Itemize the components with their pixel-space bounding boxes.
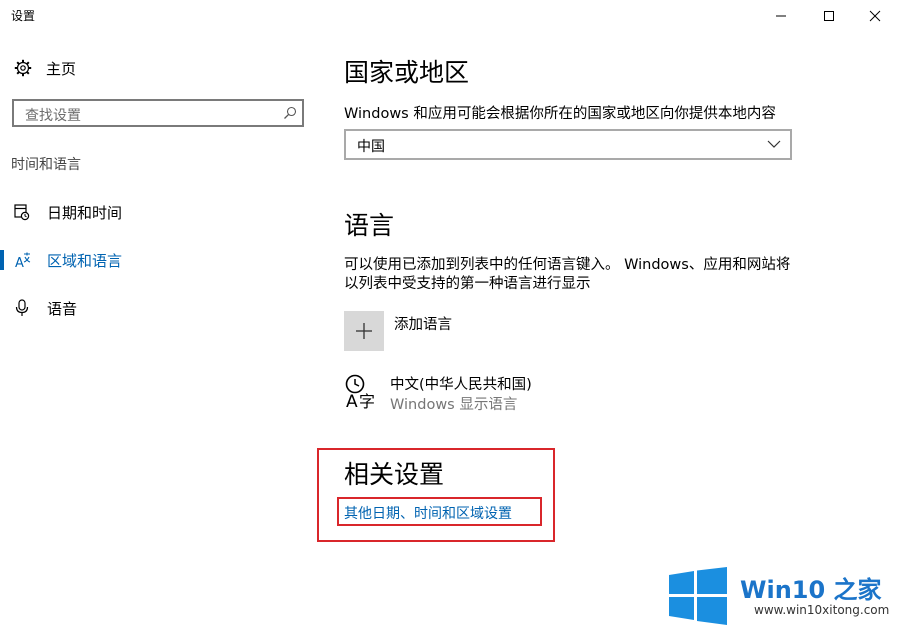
window-title: 设置 bbox=[11, 9, 36, 23]
installed-language-name: 中文(中华人民共和国) bbox=[390, 377, 532, 393]
minimize-icon bbox=[776, 15, 786, 17]
add-language-button[interactable] bbox=[344, 311, 384, 351]
svg-text:A: A bbox=[346, 392, 358, 409]
region-description: Windows 和应用可能会根据你所在的国家或地区向你提供本地内容 bbox=[344, 106, 776, 122]
language-heading: 语言 bbox=[344, 211, 395, 240]
related-settings-heading: 相关设置 bbox=[344, 460, 445, 489]
language-region-icon: A bbox=[15, 252, 31, 269]
region-heading: 国家或地区 bbox=[344, 58, 470, 87]
close-button[interactable] bbox=[852, 0, 898, 32]
maximize-icon bbox=[824, 11, 834, 21]
microphone-icon bbox=[15, 299, 29, 316]
sidebar-item-date-time[interactable]: 日期和时间 bbox=[0, 200, 320, 224]
add-language-label[interactable]: 添加语言 bbox=[394, 313, 452, 334]
search-input[interactable]: 查找设置 bbox=[12, 99, 304, 127]
search-placeholder: 查找设置 bbox=[25, 108, 81, 124]
home-nav-item[interactable]: 主页 bbox=[14, 57, 76, 79]
calendar-clock-icon bbox=[14, 204, 30, 221]
sidebar-item-region-language[interactable]: A 区域和语言 bbox=[0, 248, 320, 272]
gear-icon bbox=[14, 59, 32, 77]
home-label: 主页 bbox=[46, 59, 77, 78]
country-dropdown[interactable]: 中国 bbox=[344, 129, 792, 160]
sidebar-item-speech[interactable]: 语音 bbox=[0, 296, 320, 320]
sidebar-section-title: 时间和语言 bbox=[11, 157, 81, 173]
windows-logo-icon bbox=[669, 567, 727, 625]
watermark-title-en: Win10 bbox=[740, 576, 826, 604]
watermark-title-zh: 之家 bbox=[833, 576, 882, 604]
close-icon bbox=[869, 10, 881, 22]
watermark-url: www.win10xitong.com bbox=[754, 603, 890, 617]
sidebar-item-label: 日期和时间 bbox=[47, 203, 123, 222]
svg-text:A: A bbox=[15, 256, 24, 269]
installed-language-sub: Windows 显示语言 bbox=[390, 397, 518, 413]
svg-text:字: 字 bbox=[359, 392, 375, 409]
maximize-button[interactable] bbox=[806, 0, 852, 32]
sidebar-item-label: 语音 bbox=[47, 299, 78, 318]
watermark-title: Win10 之家 bbox=[740, 570, 882, 605]
chevron-down-icon bbox=[767, 140, 781, 148]
installed-language-item[interactable]: A 字 bbox=[344, 373, 380, 413]
sidebar-item-label: 区域和语言 bbox=[47, 251, 123, 270]
other-date-time-region-link[interactable]: 其他日期、时间和区域设置 bbox=[344, 503, 512, 523]
plus-icon bbox=[356, 323, 372, 339]
language-description: 可以使用已添加到列表中的任何语言键入。 Windows、应用和网站将以列表中受支… bbox=[344, 257, 791, 292]
language-clock-icon: A 字 bbox=[345, 374, 375, 412]
minimize-button[interactable] bbox=[758, 0, 804, 32]
country-selected-value: 中国 bbox=[357, 139, 385, 155]
search-icon[interactable] bbox=[283, 106, 297, 120]
